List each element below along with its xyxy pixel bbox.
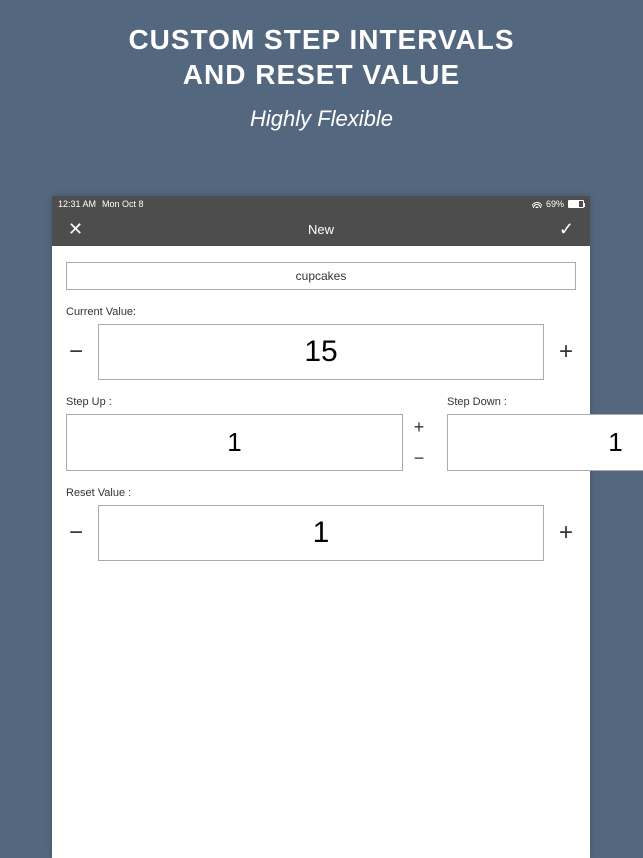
promo-subtitle: Highly Flexible	[0, 106, 643, 132]
reset-value-stepper: − +	[66, 505, 576, 561]
current-value-minus-button[interactable]: −	[66, 338, 86, 366]
step-down-stepper: + −	[447, 414, 643, 471]
reset-value-plus-button[interactable]: +	[556, 519, 576, 547]
step-up-plus-button[interactable]: +	[411, 418, 427, 436]
reset-value-label: Reset Value :	[66, 487, 576, 499]
current-value-label: Current Value:	[66, 306, 576, 318]
reset-value-minus-button[interactable]: −	[66, 519, 86, 547]
close-button[interactable]: ✕	[68, 219, 83, 240]
nav-title: New	[308, 222, 334, 237]
step-up-stepper: + −	[66, 414, 427, 471]
device-frame: 12:31 AM Mon Oct 8 69% ✕ New ✓ Current V…	[52, 196, 590, 858]
promo-title: CUSTOM STEP INTERVALS AND RESET VALUE	[0, 0, 643, 92]
step-down-input[interactable]	[447, 414, 643, 471]
step-up-input[interactable]	[66, 414, 403, 471]
step-up-label: Step Up :	[66, 396, 427, 408]
promo-title-line2: AND RESET VALUE	[0, 57, 643, 92]
status-date: Mon Oct 8	[102, 199, 144, 209]
current-value-input[interactable]	[98, 324, 544, 380]
nav-bar: ✕ New ✓	[52, 212, 590, 246]
status-time: 12:31 AM	[58, 199, 96, 209]
step-down-label: Step Down :	[447, 396, 643, 408]
reset-value-input[interactable]	[98, 505, 544, 561]
counter-name-input[interactable]	[66, 262, 576, 290]
wifi-icon	[532, 200, 542, 208]
status-battery-pct: 69%	[546, 199, 564, 209]
form-content: Current Value: − + Step Up : + − Step Do…	[52, 246, 590, 577]
status-bar: 12:31 AM Mon Oct 8 69%	[52, 196, 590, 212]
current-value-stepper: − +	[66, 324, 576, 380]
confirm-button[interactable]: ✓	[559, 219, 574, 240]
current-value-plus-button[interactable]: +	[556, 338, 576, 366]
promo-title-line1: CUSTOM STEP INTERVALS	[0, 22, 643, 57]
battery-icon	[568, 200, 584, 208]
step-up-minus-button[interactable]: −	[411, 449, 427, 467]
